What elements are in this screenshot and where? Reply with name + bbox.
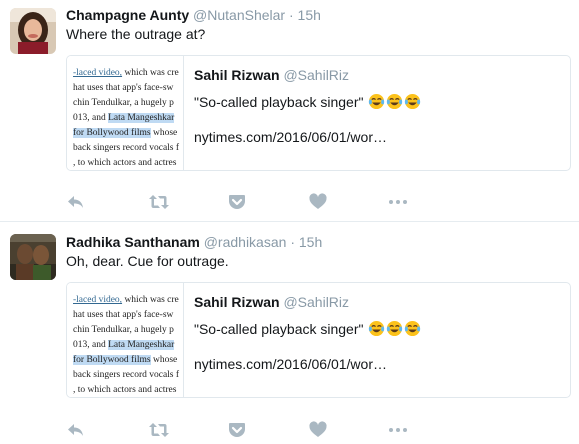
tweet-text: Oh, dear. Cue for outrage.: [66, 253, 229, 269]
tweet-header: Radhika Santhanam @radhikasan · 15h: [66, 233, 322, 251]
like-icon[interactable]: [308, 420, 330, 440]
quoted-text: "So-called playback singer": [194, 93, 421, 113]
quoted-link[interactable]: nytimes.com/2016/06/01/wor…: [194, 356, 387, 372]
pocket-icon[interactable]: [227, 420, 249, 440]
author-name[interactable]: Champagne Aunty: [66, 7, 189, 23]
quoted-tweet[interactable]: -laced video, which was cre hat uses tha…: [66, 282, 571, 398]
avatar[interactable]: [10, 234, 56, 280]
quoted-author-handle[interactable]: @SahilRiz: [283, 67, 349, 83]
article-line: -laced video, which was cre: [73, 295, 179, 305]
article-line: back singers record vocals f: [73, 370, 180, 380]
article-line: 013, and Lata Mangeshkar: [73, 113, 175, 123]
article-line: back singers record vocals f: [73, 143, 180, 153]
article-line: chin Tendulkar, a hugely p: [73, 325, 174, 335]
tweet[interactable]: Radhika Santhanam @radhikasan · 15h Oh, …: [0, 222, 579, 444]
pocket-icon[interactable]: [227, 192, 249, 212]
article-screenshot: -laced video, which was cre hat uses tha…: [67, 56, 184, 170]
avatar[interactable]: [10, 8, 56, 54]
quoted-author-name[interactable]: Sahil Rizwan: [194, 67, 280, 83]
face-with-tears-of-joy-icon: [368, 93, 385, 113]
tweet[interactable]: Champagne Aunty @NutanShelar · 15h Where…: [0, 0, 579, 222]
timestamp[interactable]: 15h: [298, 7, 321, 23]
article-line: for Bollywood films whose: [73, 355, 178, 365]
quoted-header: Sahil Rizwan @SahilRiz: [194, 67, 349, 83]
author-handle[interactable]: @NutanShelar: [193, 7, 285, 23]
like-icon[interactable]: [308, 192, 330, 212]
face-with-tears-of-joy-icon: [404, 93, 421, 113]
retweet-icon[interactable]: [148, 192, 170, 212]
article-line: -laced video, which was cre: [73, 68, 179, 78]
quoted-author-handle[interactable]: @SahilRiz: [283, 294, 349, 310]
face-with-tears-of-joy-icon: [368, 320, 385, 340]
quoted-tweet[interactable]: -laced video, which was cre hat uses tha…: [66, 55, 571, 171]
article-line: for Bollywood films whose: [73, 128, 178, 138]
reply-icon[interactable]: [66, 420, 88, 440]
tweet-header: Champagne Aunty @NutanShelar · 15h: [66, 6, 321, 24]
reply-icon[interactable]: [66, 192, 88, 212]
article-screenshot: -laced video, which was cre hat uses tha…: [67, 283, 184, 397]
quoted-link[interactable]: nytimes.com/2016/06/01/wor…: [194, 129, 387, 145]
more-icon[interactable]: [387, 420, 409, 440]
article-line: hat uses that app's face-sw: [73, 83, 174, 93]
author-handle[interactable]: @radhikasan: [204, 234, 287, 250]
more-icon[interactable]: [387, 192, 409, 212]
quoted-text: "So-called playback singer": [194, 320, 421, 340]
author-name[interactable]: Radhika Santhanam: [66, 234, 200, 250]
article-line: , to which actors and actres: [73, 158, 177, 168]
tweet-actions: [66, 420, 426, 440]
article-line: hat uses that app's face-sw: [73, 310, 174, 320]
tweet-text: Where the outrage at?: [66, 26, 206, 42]
quoted-author-name[interactable]: Sahil Rizwan: [194, 294, 280, 310]
retweet-icon[interactable]: [148, 420, 170, 440]
article-line: chin Tendulkar, a hugely p: [73, 98, 174, 108]
face-with-tears-of-joy-icon: [386, 93, 403, 113]
face-with-tears-of-joy-icon: [386, 320, 403, 340]
separator-dot: ·: [288, 7, 294, 23]
face-with-tears-of-joy-icon: [404, 320, 421, 340]
tweet-actions: [66, 192, 426, 212]
quoted-header: Sahil Rizwan @SahilRiz: [194, 294, 349, 310]
timestamp[interactable]: 15h: [299, 234, 322, 250]
separator-dot: ·: [290, 234, 295, 250]
article-line: 013, and Lata Mangeshkar: [73, 340, 175, 350]
article-line: , to which actors and actres: [73, 385, 177, 395]
